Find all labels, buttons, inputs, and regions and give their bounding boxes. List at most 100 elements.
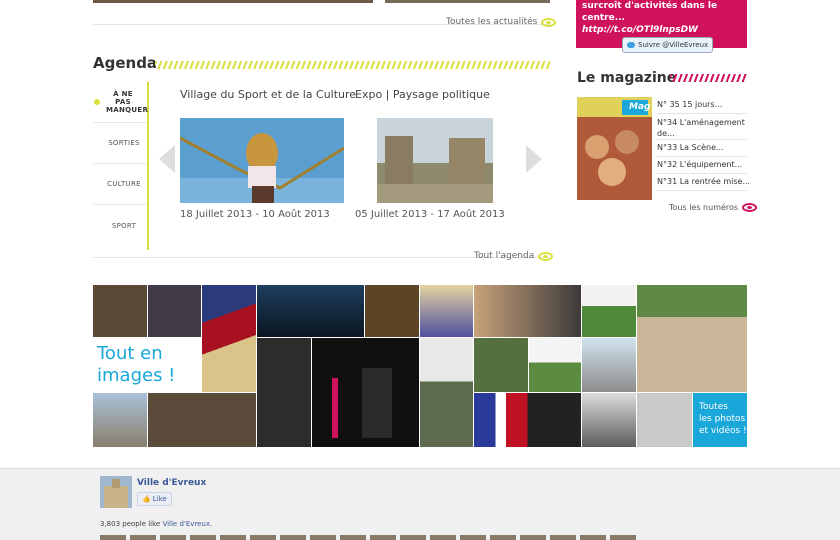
photo-thumb[interactable]: [257, 285, 364, 337]
category-label: À NE PAS MANQUER: [106, 90, 149, 114]
photo-thumb[interactable]: [474, 338, 528, 392]
facebook-page-avatar[interactable]: [100, 476, 132, 508]
news-image-1[interactable]: [93, 0, 373, 3]
photo-thumb[interactable]: [365, 285, 419, 337]
photo-thumb[interactable]: [582, 393, 636, 447]
fan-avatar[interactable]: [370, 535, 396, 540]
like-count-end: .: [210, 520, 213, 528]
event-image-1[interactable]: [180, 118, 344, 203]
fan-avatar[interactable]: [190, 535, 216, 540]
photo-thumb[interactable]: [257, 338, 311, 447]
fan-avatar[interactable]: [460, 535, 486, 540]
magazine-stripes: [670, 74, 747, 82]
fan-avatar[interactable]: [400, 535, 426, 540]
facebook-page-name[interactable]: Ville d'Evreux: [137, 478, 206, 488]
cta-line3: et vidéos !: [699, 426, 747, 436]
cta-line1: Toutes: [699, 402, 728, 412]
category-sport[interactable]: SPORT: [93, 205, 147, 246]
fan-avatar[interactable]: [490, 535, 516, 540]
photo-thumb[interactable]: [420, 338, 473, 447]
twitter-widget: surcroît d'activités dans le centre... h…: [576, 0, 747, 53]
follow-label: Suivre @VilleEvreux: [638, 41, 709, 49]
thumbs-up-icon: 👍: [142, 495, 151, 503]
photo-thumb[interactable]: [474, 393, 581, 447]
twitter-follow-button[interactable]: Suivre @VilleEvreux: [622, 37, 714, 53]
facebook-fan-faces: [100, 535, 750, 540]
photo-thumb[interactable]: [148, 285, 201, 337]
like-label: Like: [152, 495, 167, 503]
gallery-title-line1: Tout en: [97, 343, 163, 364]
magazine-issue[interactable]: N°32 L'équipement...: [657, 157, 747, 174]
magazine-issue-list: N° 35 15 jours... N°34 L'aménagement de.…: [657, 97, 750, 191]
magazine-cover-label: Mag: [629, 102, 651, 112]
fan-avatar[interactable]: [280, 535, 306, 540]
photo-thumb[interactable]: [474, 285, 581, 337]
all-photos-videos-button[interactable]: Toutes les photos et vidéos !: [693, 393, 747, 447]
facebook-like-button[interactable]: 👍 Like: [137, 492, 172, 506]
photo-mosaic: Tout en images ! Toutes les photos et vi…: [93, 285, 747, 448]
photo-thumb[interactable]: [582, 285, 636, 337]
news-image-2[interactable]: [385, 0, 550, 3]
event-title-2[interactable]: Expo | Paysage politique: [355, 88, 490, 101]
category-label: CULTURE: [107, 180, 141, 188]
carousel-prev-arrow-icon[interactable]: [159, 145, 175, 173]
fan-avatar[interactable]: [520, 535, 546, 540]
carousel-next-arrow-icon[interactable]: [526, 145, 542, 173]
photo-thumb[interactable]: [637, 393, 692, 447]
event-image-2[interactable]: [377, 118, 493, 203]
fan-avatar[interactable]: [610, 535, 636, 540]
all-agenda-label: Tout l'agenda: [474, 251, 535, 261]
fan-avatar[interactable]: [130, 535, 156, 540]
tweet-text-2: centre...: [582, 13, 625, 23]
category-label: SORTIES: [108, 139, 140, 147]
fan-avatar[interactable]: [430, 535, 456, 540]
fan-avatar[interactable]: [310, 535, 336, 540]
fan-avatar[interactable]: [160, 535, 186, 540]
magazine-issue[interactable]: N°31 La rentrée mise...: [657, 174, 750, 191]
category-sorties[interactable]: SORTIES: [93, 123, 147, 164]
category-label: SPORT: [111, 221, 137, 230]
photo-thumb[interactable]: [529, 338, 581, 392]
category-culture[interactable]: CULTURE: [93, 164, 147, 205]
photo-thumb[interactable]: [582, 338, 636, 392]
fan-avatar[interactable]: [340, 535, 366, 540]
photo-thumb[interactable]: [202, 285, 256, 392]
fan-avatar[interactable]: [250, 535, 276, 540]
photo-thumb[interactable]: [148, 393, 256, 447]
like-count-page-link[interactable]: Ville d'Evreux: [162, 520, 210, 528]
photo-thumb[interactable]: [93, 285, 147, 337]
fan-avatar[interactable]: [220, 535, 246, 540]
all-issues-link[interactable]: Tous les numéros: [669, 203, 758, 212]
fan-avatar[interactable]: [580, 535, 606, 540]
fan-avatar[interactable]: [550, 535, 576, 540]
agenda-stripes: [155, 61, 550, 69]
gallery-title[interactable]: Tout en images !: [93, 338, 201, 392]
magazine-cover[interactable]: Mag: [577, 97, 652, 200]
facebook-like-count: 3,803 people like Ville d'Evreux.: [100, 520, 212, 528]
photo-thumb[interactable]: [420, 285, 473, 337]
magazine-heading: Le magazine: [577, 70, 677, 86]
agenda-category-menu: À NE PAS MANQUER SORTIES CULTURE SPORT: [93, 82, 149, 250]
event-title-1[interactable]: Village du Sport et de la Culture: [180, 88, 356, 101]
eye-icon: [742, 203, 758, 212]
gallery-title-line2: images !: [97, 365, 176, 386]
fan-avatar[interactable]: [100, 535, 126, 540]
magazine-issue[interactable]: N°34 L'aménagement de...: [657, 114, 747, 140]
photo-thumb[interactable]: [93, 393, 147, 447]
photo-thumb[interactable]: [637, 285, 747, 392]
eye-icon: [538, 251, 554, 261]
magazine-issue[interactable]: N° 35 15 jours...: [657, 97, 747, 114]
category-a-ne-pas-manquer[interactable]: À NE PAS MANQUER: [93, 82, 149, 123]
all-issues-label: Tous les numéros: [669, 203, 739, 212]
all-agenda-link[interactable]: Tout l'agenda: [474, 251, 554, 261]
twitter-bird-icon: [627, 42, 635, 48]
all-news-label: Toutes les actualités: [446, 17, 538, 27]
tweet-text-1: surcroît d'activités dans le: [582, 1, 718, 11]
tweet-link[interactable]: http://t.co/OTl9lnpsDW: [582, 25, 698, 35]
like-count-text: 3,803 people like: [100, 520, 163, 528]
photo-thumb[interactable]: [312, 338, 419, 447]
magazine-issue[interactable]: N°33 La Scène...: [657, 140, 747, 157]
event-date-2: 05 Juillet 2013 - 17 Août 2013: [355, 209, 505, 220]
all-news-link[interactable]: Toutes les actualités: [446, 17, 557, 27]
eye-icon: [541, 17, 557, 27]
